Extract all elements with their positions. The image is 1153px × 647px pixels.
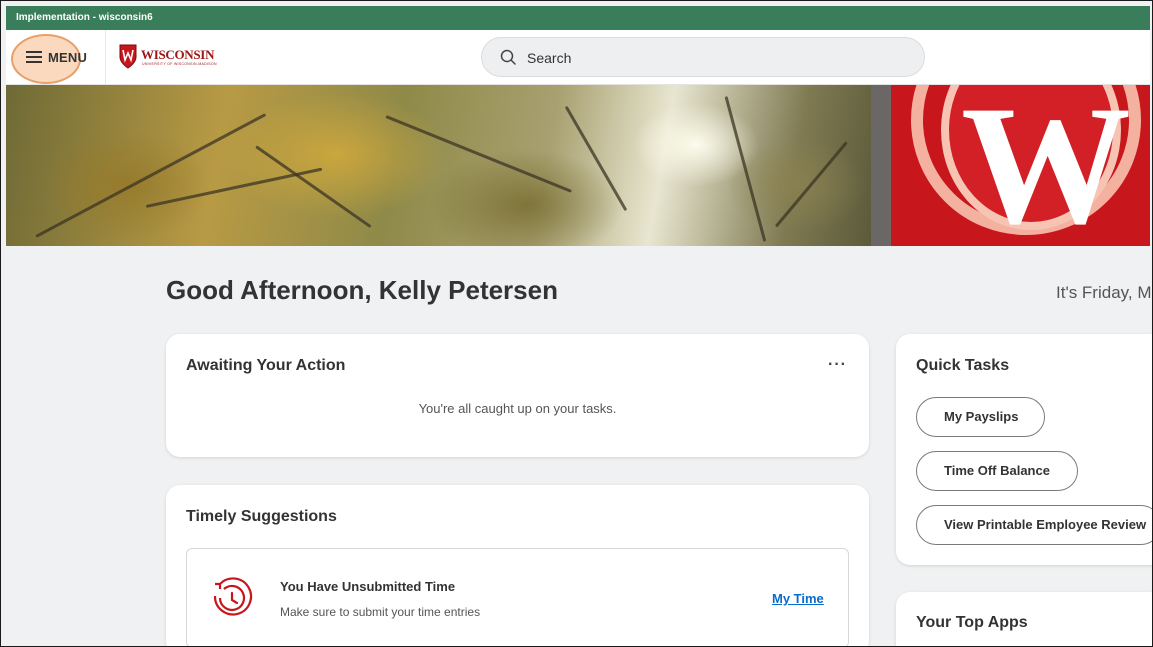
more-options-icon[interactable]: ···	[828, 356, 847, 374]
awaiting-action-card: Awaiting Your Action ··· You're all caug…	[166, 334, 869, 457]
my-time-link[interactable]: My Time	[772, 591, 824, 606]
suggestion-title: You Have Unsubmitted Time	[280, 579, 456, 594]
date-text: It's Friday, Ma	[1056, 283, 1153, 302]
awaiting-action-title: Awaiting Your Action	[186, 357, 346, 374]
time-off-balance-button[interactable]: Time Off Balance	[916, 451, 1078, 491]
w-logo-icon: W	[961, 85, 1131, 246]
search-placeholder: Search	[527, 50, 572, 66]
tree-canopy-photo	[6, 85, 871, 246]
w-banner-flag: W	[871, 85, 1150, 246]
banner-image: W	[6, 85, 1150, 246]
logo-wordmark: WISCONSIN	[141, 47, 215, 62]
logo-tagline: UNIVERSITY OF WISCONSIN-MADISON	[142, 62, 217, 66]
view-printable-review-button[interactable]: View Printable Employee Review	[916, 505, 1152, 545]
empty-tasks-message: You're all caught up on your tasks.	[418, 401, 617, 416]
hamburger-icon	[26, 51, 42, 63]
top-apps-card: Your Top Apps	[896, 592, 1152, 646]
page-greeting: Good Afternoon, Kelly Petersen	[166, 275, 558, 305]
timely-suggestions-card: Timely Suggestions You Have Unsubmitted …	[166, 485, 869, 646]
environment-label: Implementation - wisconsin6	[16, 12, 153, 23]
menu-label: MENU	[48, 50, 88, 65]
university-logo[interactable]: WISCONSIN UNIVERSITY OF WISCONSIN-MADISO…	[118, 43, 216, 71]
clock-history-icon	[213, 577, 253, 616]
crest-icon	[119, 44, 137, 69]
my-payslips-button[interactable]: My Payslips	[916, 397, 1045, 437]
timely-suggestions-title: Timely Suggestions	[186, 508, 337, 525]
suggestion-item: You Have Unsubmitted Time Make sure to s…	[186, 548, 849, 646]
menu-button[interactable]: MENU	[6, 30, 106, 85]
search-input[interactable]: Search	[481, 37, 925, 77]
suggestion-subtitle: Make sure to submit your time entries	[280, 605, 481, 619]
top-navigation-bar: MENU WISCONSIN UNIVERSITY OF WISCONSIN-M…	[6, 30, 1150, 85]
app-frame: Implementation - wisconsin6 MENU WISCONS…	[0, 0, 1153, 647]
quick-tasks-card: Quick Tasks My Payslips Time Off Balance…	[896, 334, 1152, 565]
search-icon	[500, 49, 516, 65]
quick-tasks-title: Quick Tasks	[916, 357, 1010, 374]
environment-bar: Implementation - wisconsin6	[6, 6, 1150, 30]
top-apps-title: Your Top Apps	[916, 614, 1028, 631]
